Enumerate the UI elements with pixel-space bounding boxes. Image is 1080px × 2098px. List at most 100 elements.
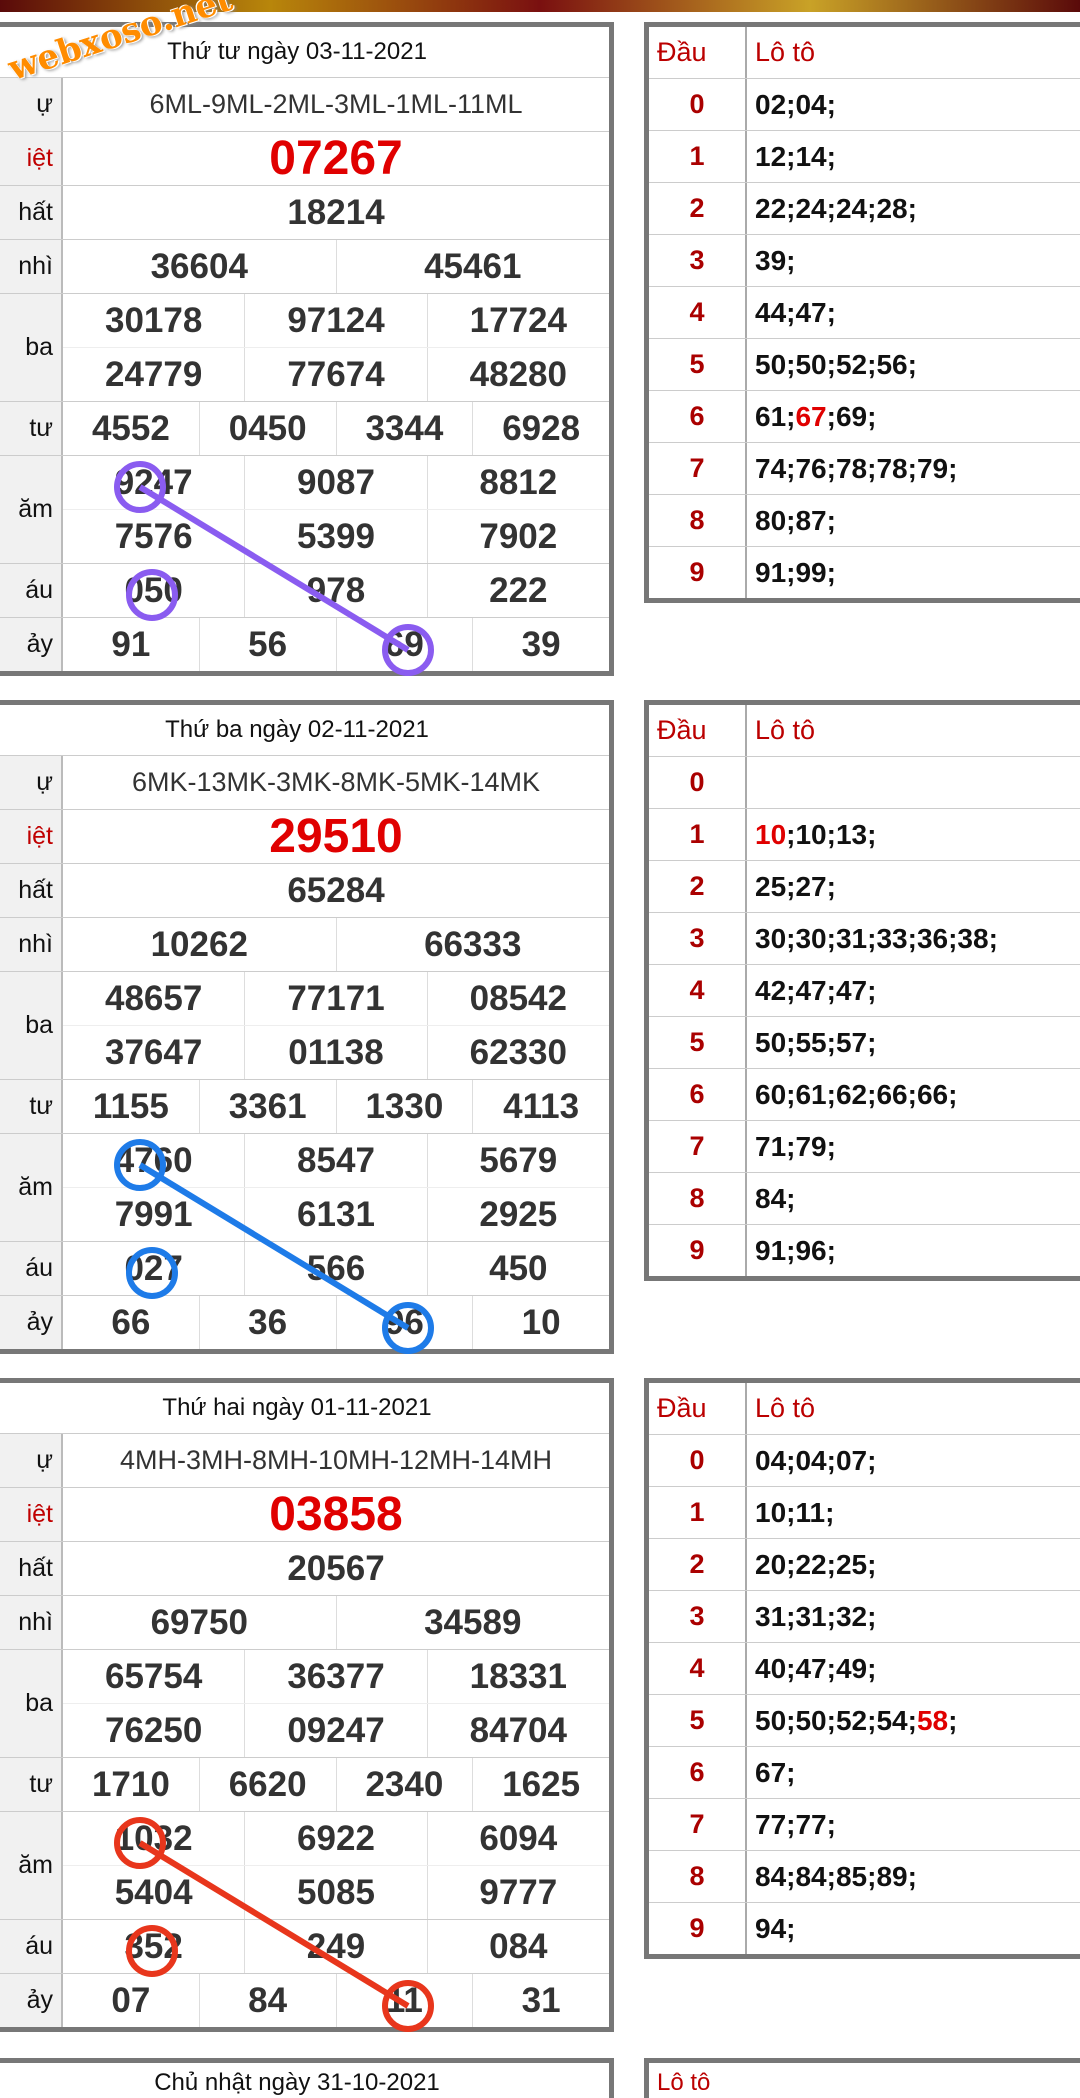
prize-row-special: iệt 29510 — [0, 810, 609, 864]
prize-row-first: hất 65284 — [0, 864, 609, 918]
loto-number: 78 — [876, 452, 908, 484]
second-prize: 69750 — [63, 1596, 337, 1649]
loto-number: 40 — [755, 1652, 787, 1684]
loto-row: 0 02; 04; — [649, 79, 1080, 131]
loto-header-dau: Đầu — [649, 705, 747, 756]
loto-row: 1 10; 11; — [649, 1487, 1080, 1539]
loto-header: Đầu Lô tô — [649, 27, 1080, 79]
loto-header-loto: Lô tô — [755, 37, 816, 67]
prize-values-sixth: 027 566 450 — [63, 1242, 609, 1295]
prize-line: 4760 8547 5679 — [63, 1134, 609, 1187]
loto-row: 2 25; 27; — [649, 861, 1080, 913]
prize-row-sixth: áu 027 566 450 — [0, 1242, 609, 1296]
loto-number: 04 — [755, 1444, 787, 1476]
loto-head-digit: 9 — [649, 1903, 747, 1954]
loto-number: 47 — [795, 1652, 827, 1684]
loto-number: 94 — [755, 1912, 787, 1944]
loto-head-digit: 0 — [649, 1435, 747, 1486]
loto-number: 77 — [755, 1808, 787, 1840]
third-prize: 77171 — [245, 972, 428, 1025]
loto-number: 61 — [755, 400, 787, 432]
seventh-prize: 10 — [521, 1302, 561, 1342]
loto-header-loto: Lô tô — [755, 715, 816, 745]
loto-numbers: 84; 84; 85; 89; — [755, 1860, 917, 1892]
seventh-prize: 39 — [521, 624, 561, 664]
loto-head-digit: 0 — [649, 79, 747, 130]
loto-head-digit: 5 — [649, 1017, 747, 1068]
loto-row: 8 84; 84; 85; 89; — [649, 1851, 1080, 1903]
loto-number: 67 — [755, 1756, 787, 1788]
special-prize: 07267 — [269, 132, 403, 185]
fifth-prize: 8812 — [479, 462, 558, 502]
loto-row: 8 84; — [649, 1173, 1080, 1225]
prize-label-fourth: tư — [0, 1758, 63, 1811]
loto-number: 84 — [755, 1860, 787, 1892]
prize-label-sixth: áu — [0, 564, 63, 617]
loto-number: 74 — [755, 452, 787, 484]
loto-head-digit: 2 — [649, 1539, 747, 1590]
loto-head-digit: 3 — [649, 235, 747, 286]
prize-label-sixth: áu — [0, 1920, 63, 1973]
fifth-prize: 7902 — [479, 516, 558, 556]
prize-line: 24779 77674 48280 — [63, 347, 609, 401]
loto-row: 9 94; — [649, 1903, 1080, 1954]
seventh-prize: 36 — [200, 1296, 337, 1349]
prize-row-sixth: áu 352 249 084 — [0, 1920, 609, 1974]
fourth-prize: 3344 — [337, 402, 474, 455]
prize-values-third: 65754 36377 18331 76250 09247 84704 — [63, 1650, 609, 1757]
loto-number: 91 — [755, 1234, 787, 1266]
prize-line: 20567 — [63, 1542, 609, 1595]
seventh-prize: 91 — [63, 618, 200, 671]
seventh-prize: 84 — [200, 1974, 337, 2027]
prize-label-second: nhì — [0, 1596, 63, 1649]
draw-code: 6ML-9ML-2ML-3ML-1ML-11ML — [149, 89, 523, 119]
loto-number: 32 — [835, 1600, 868, 1632]
third-prize: 77674 — [245, 348, 428, 401]
third-prize: 30178 — [63, 294, 246, 347]
third-prize: 65754 — [63, 1650, 246, 1703]
loto-numbers: 84; — [755, 1182, 796, 1214]
loto-number: 54 — [876, 1704, 908, 1736]
loto-numbers: 77; 77; — [755, 1808, 836, 1840]
draw-code: 6MK-13MK-3MK-8MK-5MK-14MK — [131, 767, 541, 797]
prize-values-seventh: 07 84 11 31 — [63, 1974, 609, 2027]
loto-head-digit: 4 — [649, 965, 747, 1016]
seventh-prize: 66 — [63, 1296, 200, 1349]
prize-values-sixth: 352 249 084 — [63, 1920, 609, 1973]
prize-line: 48657 77171 08542 — [63, 972, 609, 1025]
prize-label-fifth: ăm — [0, 456, 63, 563]
prize-values-code: 6ML-9ML-2ML-3ML-1ML-11ML — [63, 78, 609, 131]
third-prize: 08542 — [469, 978, 567, 1018]
fourth-prize: 0450 — [200, 402, 337, 455]
prize-line: 10262 66333 — [63, 918, 609, 971]
loto-head-digit: 2 — [649, 861, 747, 912]
prize-values-fourth: 4552 0450 3344 6928 — [63, 402, 609, 455]
prize-line: 5404 5085 9777 — [63, 1865, 609, 1919]
prize-line: 7991 6131 2925 — [63, 1187, 609, 1241]
third-prize: 17724 — [469, 300, 567, 340]
prize-values-third: 30178 97124 17724 24779 77674 48280 — [63, 294, 609, 401]
next-result-table-stub: Chủ nhật ngày 31-10-2021 — [0, 2058, 614, 2098]
prize-values-third: 48657 77171 08542 37647 01138 62330 — [63, 972, 609, 1079]
loto-numbers: 67; — [755, 1756, 796, 1788]
prize-row-code: ự 6MK-13MK-3MK-8MK-5MK-14MK — [0, 756, 609, 810]
prize-line: 37647 01138 62330 — [63, 1025, 609, 1079]
loto-head-digit: 3 — [649, 913, 747, 964]
result-table: Thứ ba ngày 02-11-2021 ự 6MK-13MK-3MK-8MK-… — [0, 700, 614, 1354]
prize-row-sixth: áu 050 978 222 — [0, 564, 609, 618]
prize-values-code: 6MK-13MK-3MK-8MK-5MK-14MK — [63, 756, 609, 809]
loto-numbers: 10; 10; 13; — [755, 818, 877, 850]
prize-values-sixth: 050 978 222 — [63, 564, 609, 617]
prize-row-third: ba 30178 97124 17724 24779 77674 48280 — [0, 294, 609, 402]
loto-numbers: 50; 55; 57; — [755, 1026, 877, 1058]
prize-row-code: ự 6ML-9ML-2ML-3ML-1ML-11ML — [0, 78, 609, 132]
loto-number: 89 — [876, 1860, 908, 1892]
prize-line: 30178 97124 17724 — [63, 294, 609, 347]
fifth-prize: 1032 — [63, 1812, 246, 1865]
loto-head-digit: 3 — [649, 1591, 747, 1642]
loto-number: 67 — [795, 400, 827, 432]
loto-number: 58 — [916, 1704, 949, 1736]
prize-row-first: hất 18214 — [0, 186, 609, 240]
loto-head-digit: 6 — [649, 391, 747, 442]
loto-row: 2 20; 22; 25; — [649, 1539, 1080, 1591]
